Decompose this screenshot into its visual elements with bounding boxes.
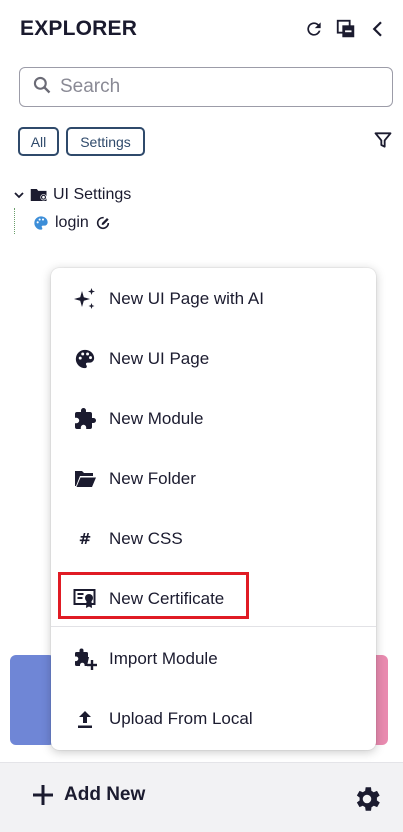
explorer-footer: Add New (0, 762, 403, 832)
menu-item-label: New Folder (109, 469, 196, 488)
menu-item-label: Import Module (109, 649, 218, 668)
menu-item-label: New UI Page (109, 349, 210, 368)
explorer-title: EXPLORER (20, 17, 138, 40)
edit-circle-icon (95, 215, 111, 231)
header-actions (303, 18, 389, 40)
highlight-box (58, 572, 249, 619)
menu-item-label: New CSS (109, 529, 183, 548)
puzzle-plus-icon (71, 645, 99, 673)
refresh-icon[interactable] (303, 18, 325, 40)
add-new-button[interactable]: Add New (32, 784, 145, 806)
search-icon (32, 75, 52, 100)
new-item-context-menu: New UI Page with AI New UI Page New Modu… (51, 268, 376, 750)
search-box (19, 67, 393, 107)
chevron-left-icon[interactable] (367, 18, 389, 40)
folder-settings-icon (30, 187, 48, 203)
background-panel-left (10, 655, 55, 745)
menu-item-new-ui-page[interactable]: New UI Page (51, 329, 376, 389)
menu-item-import-module[interactable]: Import Module (51, 629, 376, 689)
collapse-all-icon[interactable] (335, 18, 357, 40)
upload-icon (71, 705, 99, 733)
plus-icon (32, 784, 54, 806)
filter-chip-settings[interactable]: Settings (66, 127, 145, 156)
puzzle-icon (71, 405, 99, 433)
sparkles-icon (71, 285, 99, 313)
tree-folder-label: UI Settings (53, 186, 132, 203)
menu-item-label: New UI Page with AI (109, 289, 264, 308)
folder-open-icon (71, 465, 99, 493)
menu-item-new-module[interactable]: New Module (51, 389, 376, 449)
gear-icon[interactable] (351, 783, 383, 815)
filter-chip-all[interactable]: All (18, 127, 59, 156)
menu-divider (51, 626, 376, 627)
add-new-label: Add New (64, 784, 146, 805)
menu-item-upload-from-local[interactable]: Upload From Local (51, 689, 376, 749)
menu-item-label: New Module (109, 409, 204, 428)
menu-item-new-css[interactable]: # New CSS (51, 509, 376, 569)
tree-item-login[interactable]: login (33, 213, 111, 233)
menu-item-label: Upload From Local (109, 709, 253, 728)
palette-icon (71, 345, 99, 373)
palette-icon (33, 215, 49, 231)
tree-indent-guide (14, 208, 15, 234)
menu-item-new-ui-page-ai[interactable]: New UI Page with AI (51, 269, 376, 329)
tree-folder-ui-settings[interactable]: UI Settings (14, 185, 131, 205)
filter-icon[interactable] (373, 130, 393, 150)
menu-item-new-folder[interactable]: New Folder (51, 449, 376, 509)
chevron-down-icon[interactable] (14, 190, 26, 200)
search-input[interactable] (60, 76, 360, 98)
hash-icon: # (78, 530, 92, 548)
tree-item-label: login (55, 214, 89, 231)
